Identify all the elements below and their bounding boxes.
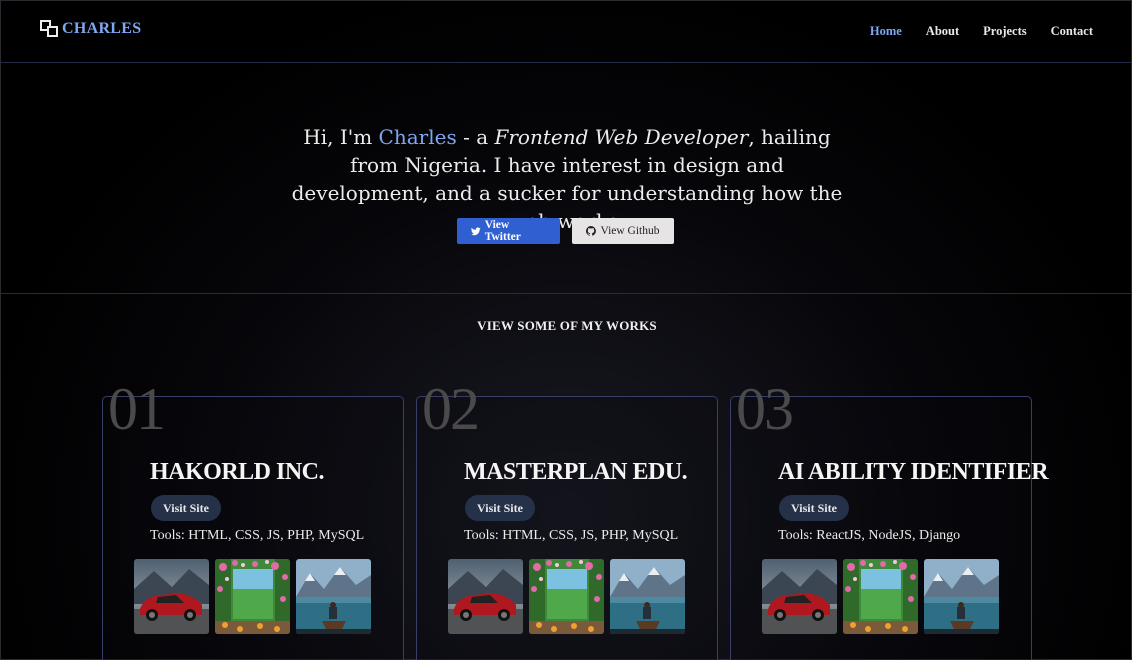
project-thumbnails: [448, 559, 685, 634]
red-sports-car-image[interactable]: [448, 559, 523, 634]
nav-link-projects[interactable]: Projects: [983, 24, 1027, 39]
intro-greeting: Hi, I'm: [303, 125, 379, 149]
nav-link-home[interactable]: Home: [870, 24, 902, 39]
hero-section: Hi, I'm Charles - a Frontend Web Develop…: [1, 63, 1132, 294]
flower-garden-image[interactable]: [529, 559, 604, 634]
project-tools: Tools: HTML, CSS, JS, PHP, MySQL: [464, 528, 679, 543]
red-sports-car-image[interactable]: [762, 559, 837, 634]
nav-links: Home About Projects Contact: [870, 24, 1093, 39]
project-number: 01: [108, 376, 166, 442]
flower-garden-image[interactable]: [215, 559, 290, 634]
logo-squares-icon: [40, 20, 59, 38]
project-card: 01 HAKORLD INC. Visit Site Tools: HTML, CSS…: [102, 379, 404, 660]
view-twitter-label: View Twitter: [484, 219, 521, 243]
visit-site-button[interactable]: Visit Site: [779, 495, 849, 521]
mountain-lake-boat-image[interactable]: [610, 559, 685, 634]
project-thumbnails: [134, 559, 371, 634]
nav-link-contact[interactable]: Contact: [1051, 24, 1093, 39]
logo-text: CHARLES: [62, 20, 142, 37]
project-number: 03: [736, 376, 794, 442]
portfolio-page: CHARLES Home About Projects Contact Hi, …: [0, 0, 1132, 660]
github-icon: [586, 226, 597, 236]
intro-role: Frontend Web Developer: [494, 125, 749, 149]
intro-dash: - a: [456, 125, 495, 149]
project-thumbnails: [762, 559, 999, 634]
works-heading: VIEW SOME OF MY WORKS: [477, 318, 657, 333]
view-twitter-button[interactable]: View Twitter: [457, 218, 560, 244]
flower-garden-image[interactable]: [843, 559, 918, 634]
hero-buttons: View Twitter View Github: [457, 218, 674, 244]
red-sports-car-image[interactable]: [134, 559, 209, 634]
view-github-button[interactable]: View Github: [572, 218, 674, 244]
mountain-lake-boat-image[interactable]: [296, 559, 371, 634]
intro-name: Charles: [378, 125, 457, 149]
project-title: HAKORLD INC.: [150, 459, 325, 485]
project-tools: Tools: ReactJS, NodeJS, Django: [778, 528, 961, 543]
project-number: 02: [422, 376, 480, 442]
view-github-label: View Github: [600, 225, 660, 237]
visit-site-button[interactable]: Visit Site: [151, 495, 221, 521]
project-title: AI ABILITY IDENTIFIER: [778, 459, 1049, 485]
top-navbar: CHARLES Home About Projects Contact: [1, 1, 1132, 63]
project-card: 02 MASTERPLAN EDU. Visit Site Tools: HTML, …: [416, 379, 718, 660]
twitter-icon: [471, 226, 481, 235]
project-tools: Tools: HTML, CSS, JS, PHP, MySQL: [150, 528, 365, 543]
project-title: MASTERPLAN EDU.: [464, 459, 688, 485]
mountain-lake-boat-image[interactable]: [924, 559, 999, 634]
visit-site-button[interactable]: Visit Site: [465, 495, 535, 521]
logo[interactable]: CHARLES: [40, 20, 141, 38]
nav-link-about[interactable]: About: [926, 24, 959, 39]
project-card: 03 AI ABILITY IDENTIFIER Visit Site Tools: …: [730, 379, 1049, 660]
